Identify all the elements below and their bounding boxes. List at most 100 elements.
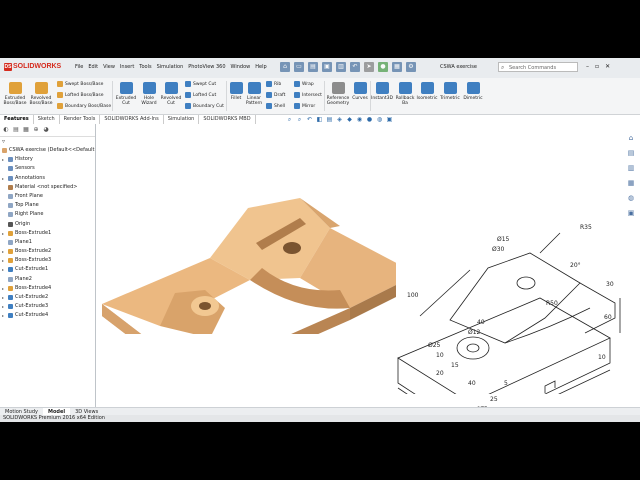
tab-addins[interactable]: SOLIDWORKS Add-Ins [100, 115, 164, 124]
feature-tree-item[interactable]: ▸ Cut-Extrude2 [0, 293, 95, 302]
feature-tree-item[interactable]: ▸ Cut-Extrude1 [0, 265, 95, 274]
filter-icon[interactable]: ▿ [2, 138, 5, 145]
undo-icon[interactable]: ↶ [350, 62, 360, 72]
tab-features[interactable]: Features [0, 115, 34, 124]
instant3d-button[interactable]: Instant3D [371, 82, 393, 101]
expand-arrow-icon[interactable]: ▸ [2, 174, 4, 183]
feature-tree-item[interactable]: ▸ Boss-Extrude3 [0, 256, 95, 265]
save-icon[interactable]: ▣ [322, 62, 332, 72]
search-commands-input[interactable]: ⌕ Search Commands [498, 62, 578, 72]
minimize-button[interactable]: – [586, 63, 589, 70]
file-explorer-icon[interactable]: ▥ [627, 164, 636, 173]
property-manager-tab-icon[interactable]: ▤ [12, 126, 20, 134]
feature-tree-item[interactable]: Right Plane [0, 210, 95, 219]
expand-arrow-icon[interactable]: ▸ [2, 155, 4, 164]
boundary-boss-button[interactable]: Boundary Boss/Base [57, 103, 111, 109]
file-properties-icon[interactable]: ▦ [392, 62, 402, 72]
expand-arrow-icon[interactable]: ▸ [2, 247, 4, 256]
zoom-to-fit-icon[interactable]: ⌕ [286, 116, 293, 123]
feature-tree-item[interactable]: ▸ Boss-Extrude1 [0, 229, 95, 238]
feature-tree-item[interactable]: ▸ Boss-Extrude4 [0, 284, 95, 293]
options-icon[interactable]: ⚙ [406, 62, 416, 72]
intersect-button[interactable]: Intersect [294, 92, 322, 98]
view-palette-icon[interactable]: ▦ [627, 179, 636, 188]
expand-arrow-icon[interactable]: ▸ [2, 284, 4, 293]
display-style-icon[interactable]: ◆ [346, 116, 353, 123]
display-manager-tab-icon[interactable]: ◕ [42, 126, 50, 134]
hole-wizard-button[interactable]: Hole Wizard [138, 82, 160, 106]
expand-arrow-icon[interactable]: ▸ [2, 265, 4, 274]
tab-render-tools[interactable]: Render Tools [60, 115, 101, 124]
select-icon[interactable]: ➤ [364, 62, 374, 72]
tab-simulation[interactable]: Simulation [164, 115, 200, 124]
menu-tools[interactable]: Tools [139, 64, 151, 70]
feature-tree-item[interactable]: Plane2 [0, 275, 95, 284]
fillet-button[interactable]: Fillet [228, 82, 244, 101]
feature-tree-tab-icon[interactable]: ◐ [2, 126, 10, 134]
expand-arrow-icon[interactable]: ▸ [2, 311, 4, 320]
feature-tree-item[interactable]: ▸ Annotations [0, 174, 95, 183]
menu-insert[interactable]: Insert [120, 64, 134, 70]
dynamic-annotation-icon[interactable]: ▤ [326, 116, 333, 123]
expand-arrow-icon[interactable]: ▸ [2, 293, 4, 302]
menu-photoview[interactable]: PhotoView 360 [188, 64, 225, 70]
draft-button[interactable]: Draft [266, 92, 285, 98]
menu-simulation[interactable]: Simulation [157, 64, 184, 70]
feature-tree-item[interactable]: Plane1 [0, 238, 95, 247]
appearances-icon[interactable]: ◍ [627, 194, 636, 203]
apply-scene-icon[interactable]: ◍ [376, 116, 383, 123]
menu-file[interactable]: File [75, 64, 83, 70]
curves-button[interactable]: Curves [351, 82, 369, 101]
close-button[interactable]: ✕ [605, 63, 610, 70]
view-orientation-icon[interactable]: ◈ [336, 116, 343, 123]
menu-window[interactable]: Window [231, 64, 251, 70]
3d-model-view[interactable] [96, 134, 396, 334]
feature-tree-item[interactable]: Material <not specified> [0, 183, 95, 192]
feature-tree-item[interactable]: Origin [0, 220, 95, 229]
print-icon[interactable]: ▥ [336, 62, 346, 72]
dimetric-button[interactable]: Dimetric [462, 82, 484, 101]
extruded-cut-button[interactable]: Extruded Cut [114, 82, 138, 106]
feature-tree-item[interactable]: CSWA exercise (Default<<Default [0, 146, 95, 155]
shell-button[interactable]: Shell [266, 103, 285, 109]
tab-mbd[interactable]: SOLIDWORKS MBD [199, 115, 256, 124]
boundary-cut-button[interactable]: Boundary Cut [185, 103, 224, 109]
rib-button[interactable]: Rib [266, 81, 281, 87]
reference-geometry-button[interactable]: Reference Geometry [325, 82, 351, 106]
mirror-button[interactable]: Mirror [294, 103, 315, 109]
edit-appearance-icon[interactable]: ● [366, 116, 373, 123]
expand-arrow-icon[interactable]: ▸ [2, 256, 4, 265]
wrap-button[interactable]: Wrap [294, 81, 314, 87]
new-document-icon[interactable]: ▭ [294, 62, 304, 72]
revolved-boss-button[interactable]: Revolved Boss/Base [28, 82, 54, 106]
feature-tree-item[interactable]: Sensors [0, 164, 95, 173]
feature-tree-item[interactable]: ▸ Cut-Extrude3 [0, 302, 95, 311]
feature-tree-item[interactable]: ▸ History [0, 155, 95, 164]
open-icon[interactable]: ▤ [308, 62, 318, 72]
zoom-to-area-icon[interactable]: ⌕ [296, 116, 303, 123]
expand-arrow-icon[interactable]: ▸ [2, 302, 4, 311]
trimetric-button[interactable]: Trimetric [438, 82, 462, 101]
section-view-icon[interactable]: ◧ [316, 116, 323, 123]
rollback-bar-button[interactable]: Rollback Ba [394, 82, 416, 106]
expand-arrow-icon[interactable]: ▸ [2, 229, 4, 238]
graphics-area[interactable]: R35Ø15Ø3020°30100R506040Ø12Ø251015204015… [96, 124, 621, 421]
swept-boss-button[interactable]: Swept Boss/Base [57, 81, 103, 87]
feature-tree-item[interactable]: Front Plane [0, 192, 95, 201]
extruded-boss-button[interactable]: Extruded Boss/Base [2, 82, 28, 106]
configuration-manager-tab-icon[interactable]: ▦ [22, 126, 30, 134]
menu-help[interactable]: Help [255, 64, 266, 70]
home-icon[interactable]: ⌂ [280, 62, 290, 72]
linear-pattern-button[interactable]: Linear Pattern [244, 82, 264, 106]
previous-view-icon[interactable]: ↶ [306, 116, 313, 123]
revolved-cut-button[interactable]: Revolved Cut [160, 82, 182, 106]
feature-tree-item[interactable]: ▸ Cut-Extrude4 [0, 311, 95, 320]
design-library-icon[interactable]: ▤ [627, 149, 636, 158]
custom-properties-icon[interactable]: ▣ [627, 209, 636, 218]
lofted-boss-button[interactable]: Lofted Boss/Base [57, 92, 104, 98]
hide-show-items-icon[interactable]: ◉ [356, 116, 363, 123]
restore-button[interactable]: ▫ [595, 63, 599, 70]
menu-edit[interactable]: Edit [88, 64, 98, 70]
feature-tree-item[interactable]: Top Plane [0, 201, 95, 210]
rebuild-icon[interactable]: ● [378, 62, 388, 72]
